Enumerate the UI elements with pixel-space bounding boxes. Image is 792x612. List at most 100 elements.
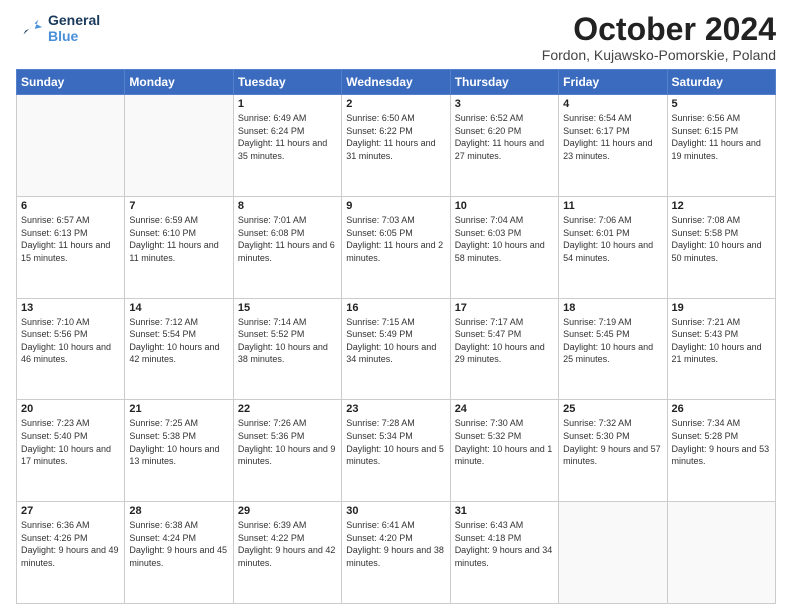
day-number: 25	[563, 403, 662, 415]
logo-text: General Blue	[48, 12, 100, 44]
day-info: Sunrise: 7:26 AMSunset: 5:36 PMDaylight:…	[238, 417, 337, 467]
day-number: 6	[21, 200, 120, 212]
calendar-header-wednesday: Wednesday	[342, 70, 450, 95]
calendar-cell: 10 Sunrise: 7:04 AMSunset: 6:03 PMDayligh…	[450, 196, 558, 298]
day-info: Sunrise: 7:21 AMSunset: 5:43 PMDaylight:…	[672, 316, 771, 366]
day-info: Sunrise: 7:08 AMSunset: 5:58 PMDaylight:…	[672, 214, 771, 264]
day-info: Sunrise: 7:12 AMSunset: 5:54 PMDaylight:…	[129, 316, 228, 366]
calendar-cell: 16Sunrise: 7:15 AMSunset: 5:49 PMDayligh…	[342, 298, 450, 400]
calendar-cell: 8 Sunrise: 7:01 AMSunset: 6:08 PMDaylight…	[233, 196, 341, 298]
day-info: Sunrise: 6:50 AMSunset: 6:22 PMDaylight:…	[346, 112, 445, 162]
day-number: 31	[455, 505, 554, 517]
day-info: Sunrise: 7:14 AMSunset: 5:52 PMDaylight:…	[238, 316, 337, 366]
day-info: Sunrise: 6:57 AMSunset: 6:13 PMDaylight:…	[21, 214, 120, 264]
day-info: Sunrise: 7:25 AMSunset: 5:38 PMDaylight:…	[129, 417, 228, 467]
calendar-cell: 9 Sunrise: 7:03 AMSunset: 6:05 PMDaylight…	[342, 196, 450, 298]
calendar-cell	[125, 95, 233, 197]
calendar-cell: 17 Sunrise: 7:17 AMSunset: 5:47 PMDayligh…	[450, 298, 558, 400]
calendar-cell: 31 Sunrise: 6:43 AMSunset: 4:18 PMDayligh…	[450, 502, 558, 604]
day-info: Sunrise: 7:19 AMSunset: 5:45 PMDaylight:…	[563, 316, 662, 366]
day-number: 10	[455, 200, 554, 212]
day-number: 5	[672, 98, 771, 110]
calendar-cell: 3Sunrise: 6:52 AMSunset: 6:20 PMDaylight…	[450, 95, 558, 197]
calendar-cell: 24 Sunrise: 7:30 AMSunset: 5:32 PMDayligh…	[450, 400, 558, 502]
calendar-cell: 20 Sunrise: 7:23 AMSunset: 5:40 PMDayligh…	[17, 400, 125, 502]
day-info: Sunrise: 7:04 AMSunset: 6:03 PMDaylight:…	[455, 214, 554, 264]
calendar-cell: 21Sunrise: 7:25 AMSunset: 5:38 PMDayligh…	[125, 400, 233, 502]
calendar-cell: 23 Sunrise: 7:28 AMSunset: 5:34 PMDayligh…	[342, 400, 450, 502]
calendar-cell: 14 Sunrise: 7:12 AMSunset: 5:54 PMDayligh…	[125, 298, 233, 400]
month-title: October 2024	[542, 12, 776, 47]
calendar-cell: 15 Sunrise: 7:14 AMSunset: 5:52 PMDayligh…	[233, 298, 341, 400]
day-number: 22	[238, 403, 337, 415]
calendar-cell: 27 Sunrise: 6:36 AMSunset: 4:26 PMDayligh…	[17, 502, 125, 604]
calendar-cell: 1Sunrise: 6:49 AMSunset: 6:24 PMDaylight…	[233, 95, 341, 197]
day-number: 7	[129, 200, 228, 212]
day-number: 13	[21, 302, 120, 314]
day-number: 24	[455, 403, 554, 415]
calendar-header-saturday: Saturday	[667, 70, 775, 95]
calendar-cell: 18 Sunrise: 7:19 AMSunset: 5:45 PMDayligh…	[559, 298, 667, 400]
calendar-cell: 2 Sunrise: 6:50 AMSunset: 6:22 PMDaylight…	[342, 95, 450, 197]
day-info: Sunrise: 7:34 AMSunset: 5:28 PMDaylight:…	[672, 417, 771, 467]
calendar-header-friday: Friday	[559, 70, 667, 95]
day-info: Sunrise: 7:03 AMSunset: 6:05 PMDaylight:…	[346, 214, 445, 264]
day-number: 4	[563, 98, 662, 110]
day-number: 17	[455, 302, 554, 314]
day-number: 8	[238, 200, 337, 212]
day-info: Sunrise: 6:49 AMSunset: 6:24 PMDaylight:…	[238, 112, 337, 162]
day-info: Sunrise: 6:41 AMSunset: 4:20 PMDaylight:…	[346, 519, 445, 569]
calendar-week-4: 20 Sunrise: 7:23 AMSunset: 5:40 PMDayligh…	[17, 400, 776, 502]
day-number: 23	[346, 403, 445, 415]
calendar-cell: 7Sunrise: 6:59 AMSunset: 6:10 PMDaylight…	[125, 196, 233, 298]
day-info: Sunrise: 7:10 AMSunset: 5:56 PMDaylight:…	[21, 316, 120, 366]
day-info: Sunrise: 7:23 AMSunset: 5:40 PMDaylight:…	[21, 417, 120, 467]
day-info: Sunrise: 7:17 AMSunset: 5:47 PMDaylight:…	[455, 316, 554, 366]
day-number: 2	[346, 98, 445, 110]
day-number: 14	[129, 302, 228, 314]
calendar-cell: 29 Sunrise: 6:39 AMSunset: 4:22 PMDayligh…	[233, 502, 341, 604]
calendar-week-5: 27 Sunrise: 6:36 AMSunset: 4:26 PMDayligh…	[17, 502, 776, 604]
day-info: Sunrise: 6:43 AMSunset: 4:18 PMDaylight:…	[455, 519, 554, 569]
calendar-cell: 19Sunrise: 7:21 AMSunset: 5:43 PMDayligh…	[667, 298, 775, 400]
day-number: 27	[21, 505, 120, 517]
calendar-week-2: 6 Sunrise: 6:57 AMSunset: 6:13 PMDaylight…	[17, 196, 776, 298]
day-number: 9	[346, 200, 445, 212]
calendar-header-thursday: Thursday	[450, 70, 558, 95]
calendar-header-row: SundayMondayTuesdayWednesdayThursdayFrid…	[17, 70, 776, 95]
calendar-cell: 4 Sunrise: 6:54 AMSunset: 6:17 PMDaylight…	[559, 95, 667, 197]
day-info: Sunrise: 7:01 AMSunset: 6:08 PMDaylight:…	[238, 214, 337, 264]
day-number: 16	[346, 302, 445, 314]
calendar-cell: 28 Sunrise: 6:38 AMSunset: 4:24 PMDayligh…	[125, 502, 233, 604]
calendar-cell: 30 Sunrise: 6:41 AMSunset: 4:20 PMDayligh…	[342, 502, 450, 604]
calendar-cell: 25 Sunrise: 7:32 AMSunset: 5:30 PMDayligh…	[559, 400, 667, 502]
calendar-cell: 22 Sunrise: 7:26 AMSunset: 5:36 PMDayligh…	[233, 400, 341, 502]
day-number: 30	[346, 505, 445, 517]
calendar-header-sunday: Sunday	[17, 70, 125, 95]
calendar-cell	[667, 502, 775, 604]
calendar-week-3: 13 Sunrise: 7:10 AMSunset: 5:56 PMDayligh…	[17, 298, 776, 400]
day-number: 12	[672, 200, 771, 212]
day-info: Sunrise: 6:54 AMSunset: 6:17 PMDaylight:…	[563, 112, 662, 162]
day-number: 15	[238, 302, 337, 314]
page: General Blue October 2024 Fordon, Kujaws…	[0, 0, 792, 612]
day-number: 20	[21, 403, 120, 415]
day-info: Sunrise: 7:28 AMSunset: 5:34 PMDaylight:…	[346, 417, 445, 467]
day-number: 28	[129, 505, 228, 517]
day-number: 29	[238, 505, 337, 517]
calendar-cell	[17, 95, 125, 197]
day-number: 3	[455, 98, 554, 110]
day-number: 18	[563, 302, 662, 314]
title-block: October 2024 Fordon, Kujawsko-Pomorskie,…	[542, 12, 776, 63]
calendar-cell: 11Sunrise: 7:06 AMSunset: 6:01 PMDayligh…	[559, 196, 667, 298]
logo: General Blue	[16, 12, 100, 44]
day-info: Sunrise: 7:30 AMSunset: 5:32 PMDaylight:…	[455, 417, 554, 467]
calendar-cell: 26Sunrise: 7:34 AMSunset: 5:28 PMDayligh…	[667, 400, 775, 502]
day-info: Sunrise: 6:36 AMSunset: 4:26 PMDaylight:…	[21, 519, 120, 569]
day-info: Sunrise: 7:32 AMSunset: 5:30 PMDaylight:…	[563, 417, 662, 467]
calendar-header-tuesday: Tuesday	[233, 70, 341, 95]
day-info: Sunrise: 6:56 AMSunset: 6:15 PMDaylight:…	[672, 112, 771, 162]
calendar-week-1: 1Sunrise: 6:49 AMSunset: 6:24 PMDaylight…	[17, 95, 776, 197]
day-info: Sunrise: 6:39 AMSunset: 4:22 PMDaylight:…	[238, 519, 337, 569]
day-info: Sunrise: 6:38 AMSunset: 4:24 PMDaylight:…	[129, 519, 228, 569]
